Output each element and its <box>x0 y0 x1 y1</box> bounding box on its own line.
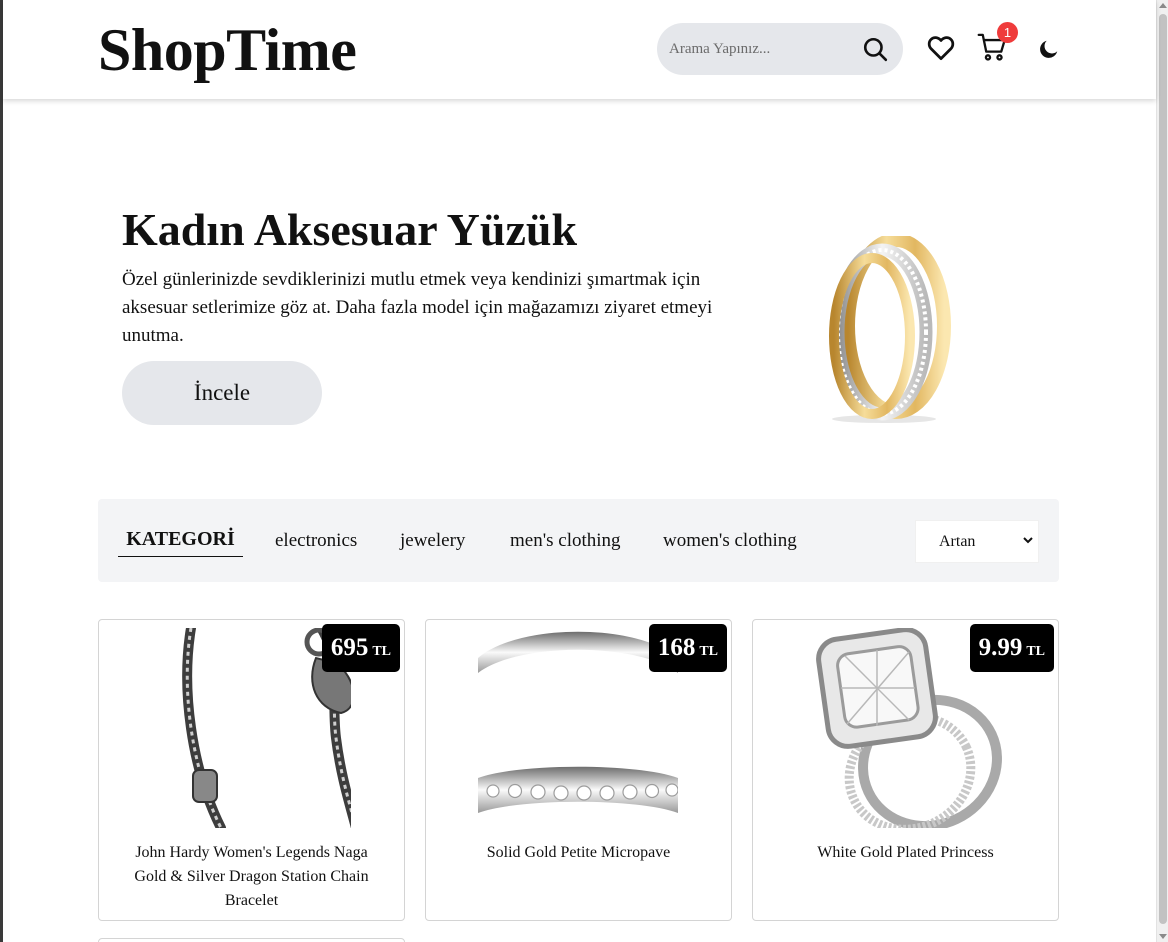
moon-icon[interactable] <box>1038 38 1060 60</box>
site-header: ShopTime 1 <box>3 0 1156 99</box>
product-card[interactable]: 695 TL John Hardy Women's Legends Naga Go… <box>98 619 405 921</box>
product-card-partial <box>98 938 405 942</box>
price-currency: TL <box>372 644 391 659</box>
cart-count-badge: 1 <box>997 22 1018 43</box>
price-currency: TL <box>699 644 718 659</box>
sort-select-value: Artan <box>939 533 976 550</box>
price-value: 168 <box>657 634 696 661</box>
product-title[interactable]: Solid Gold Petite Micropave <box>446 841 711 865</box>
hero-button[interactable]: İncele <box>122 361 322 425</box>
product-title[interactable]: White Gold Plated Princess <box>773 841 1038 865</box>
sort-select[interactable]: Artan <box>915 520 1039 563</box>
product-title[interactable]: John Hardy Women's Legends Naga Gold & S… <box>119 841 384 913</box>
product-price: 695 TL <box>321 624 400 672</box>
product-card[interactable]: 168 TL Solid Gold Petite Micropave <box>425 619 732 921</box>
category-womens-clothing[interactable]: women's clothing <box>663 530 797 552</box>
search-icon[interactable] <box>862 36 888 62</box>
scrollbar-thumb[interactable] <box>1159 14 1167 924</box>
hero-description: Özel günlerinizde sevdiklerinizi mutlu e… <box>122 269 713 346</box>
window-edge <box>0 0 3 942</box>
ring-image <box>829 236 951 423</box>
product-card[interactable]: 9.99 TL White Gold Plated Princess <box>752 619 1059 921</box>
vertical-scrollbar[interactable] <box>1156 0 1168 942</box>
category-jewelery[interactable]: jewelery <box>400 530 465 552</box>
hero-title: Kadın Aksesuar Yüzük <box>122 204 578 255</box>
price-currency: TL <box>1026 644 1045 659</box>
category-mens-clothing[interactable]: men's clothing <box>510 530 621 552</box>
search-box <box>657 23 903 75</box>
category-electronics[interactable]: electronics <box>275 530 357 552</box>
chevron-down-icon <box>1023 537 1033 544</box>
category-bar: KATEGORİ electronics jewelery men's clot… <box>98 499 1059 582</box>
scroll-up-arrow[interactable] <box>1159 3 1167 8</box>
search-input[interactable] <box>669 36 849 62</box>
price-value: 9.99 <box>978 634 1023 661</box>
site-logo[interactable]: ShopTime <box>98 14 357 86</box>
price-value: 695 <box>330 634 369 661</box>
category-title[interactable]: KATEGORİ <box>118 527 243 557</box>
product-price: 9.99 TL <box>969 624 1054 672</box>
heart-icon[interactable] <box>926 33 956 63</box>
product-price: 168 TL <box>648 624 727 672</box>
scroll-down-arrow[interactable] <box>1159 934 1167 939</box>
